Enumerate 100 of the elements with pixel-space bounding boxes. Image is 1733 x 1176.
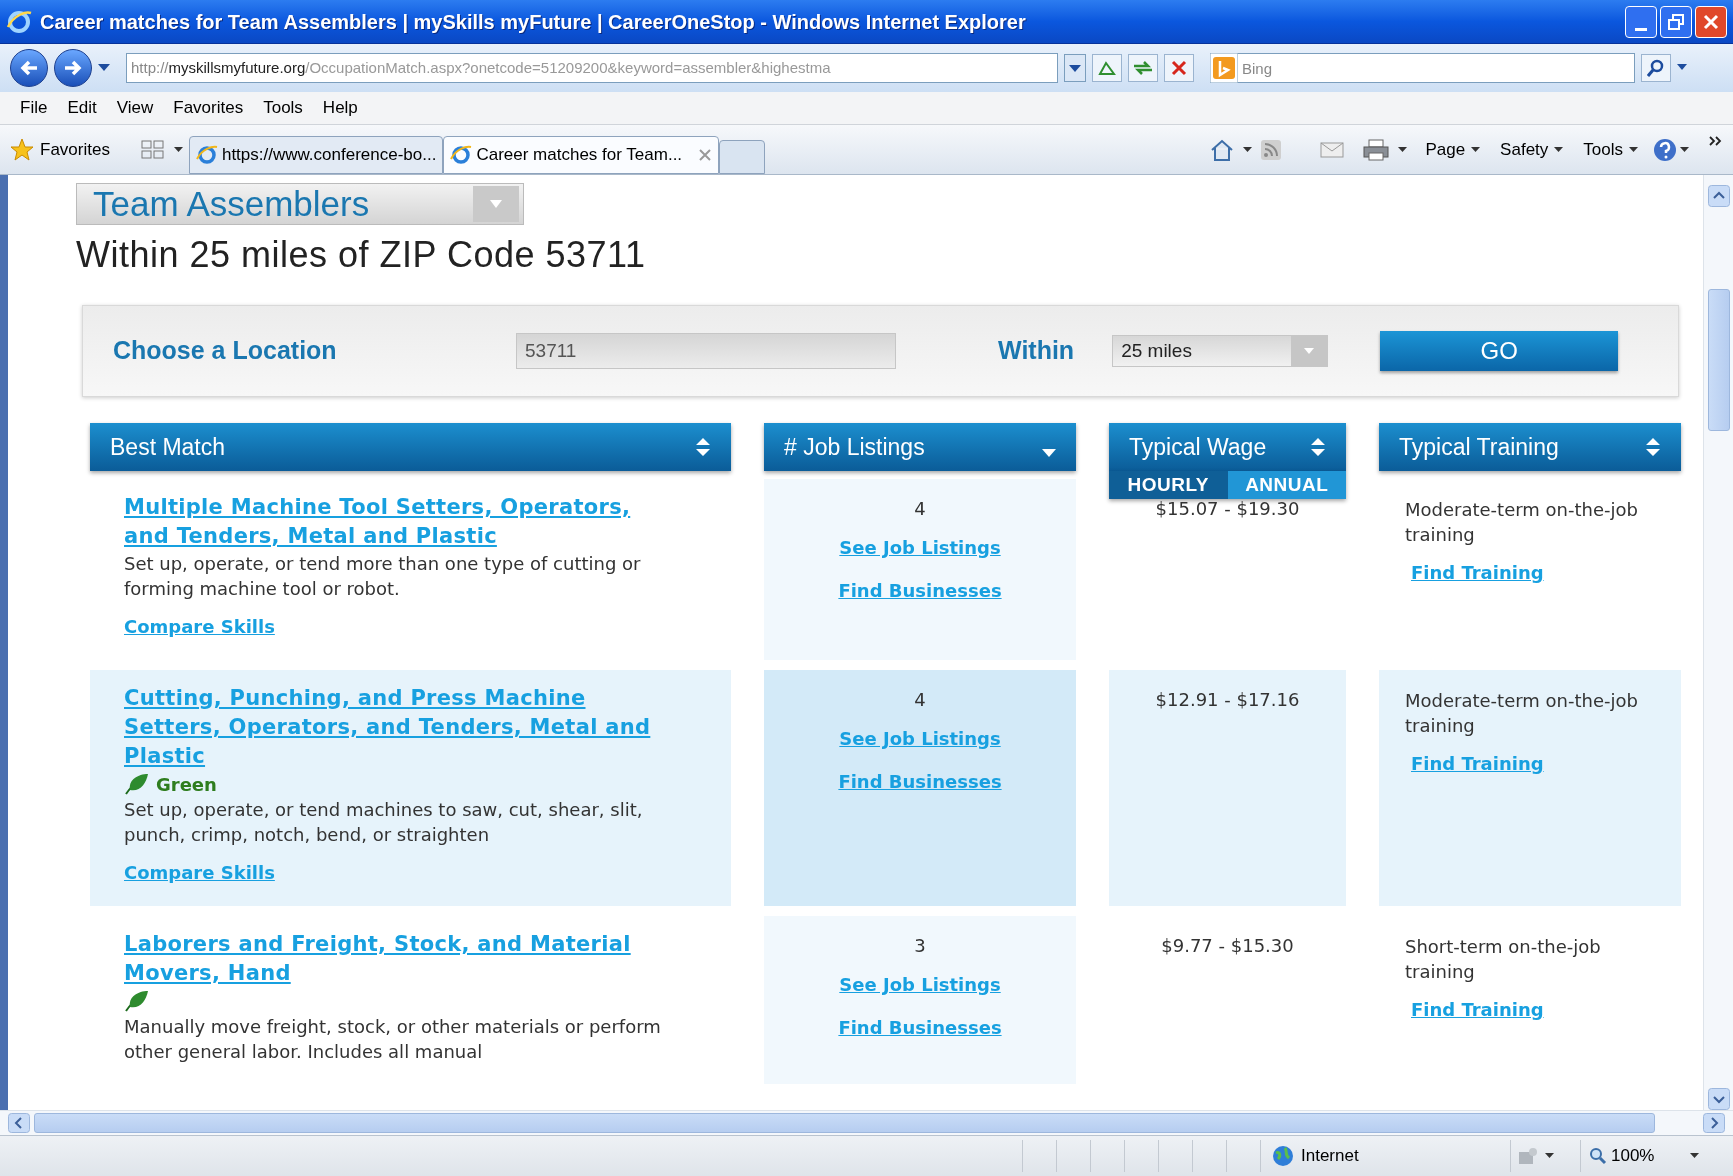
address-field[interactable]: http://myskillsmyfuture.org/OccupationMatch.aspx?onetcode=51209200&keyword=assembler&highestma [126,53,1058,83]
window-title: Career matches for Team Assemblers | mySkills myFuture | CareerOneStop - Windows Internet Explorer [40,9,1027,35]
eco-certification-label: Green [156,772,217,797]
job-listings-link[interactable]: See Job Listings [839,534,1001,561]
command-button[interactable]: Safety [1490,136,1574,163]
browser-logo-icon [195,143,218,166]
occupation-description: Set up, operate, or tend more than one type of cutting or forming machine tool or robot. [124,552,642,601]
browser-logo-icon [450,143,473,166]
zip-field[interactable]: 53711 [516,333,896,369]
arrow-icon [19,59,39,77]
horizontal-scrollbar[interactable] [0,1110,1733,1135]
restore-button[interactable] [1660,5,1692,38]
caret-icon [1690,1153,1699,1159]
close-button[interactable] [1695,5,1727,38]
job-count: 4 [914,497,926,521]
command-button[interactable]: Tools [1573,136,1648,163]
location-label: Choose a Location [113,335,338,367]
caret-icon [1680,146,1689,153]
occupation-link[interactable]: Laborers and Freight, Stock, and Material Movers, Hand [124,930,654,988]
favorites-button[interactable]: Favorites [10,136,138,163]
find-businesses-link[interactable]: Find Businesses [838,577,1002,604]
column-header[interactable]: Typical Wage [1109,423,1346,471]
wage-range: $15.07 - $19.30 [1155,497,1300,521]
column-header[interactable]: Typical Training [1379,423,1681,471]
search-icon [1647,59,1665,77]
wage-range: $12.91 - $17.16 [1155,688,1300,712]
menu-item[interactable]: Favorites [165,95,252,121]
occupation-description: Manually move freight, stock, or other materials or perform other general labor. Includes all manual [124,1015,662,1064]
close-icon [1703,13,1719,30]
go-button[interactable]: GO [1380,331,1619,371]
forward-button[interactable] [54,49,92,87]
scroll-up-icon [1707,185,1730,207]
feed-icon [1260,138,1283,161]
scroll-thumb[interactable] [1707,289,1730,431]
menu-item[interactable]: File [12,95,56,121]
job-count: 4 [914,688,926,712]
browser-tab[interactable]: https://www.conference-bo... [188,135,444,174]
print-icon [1362,137,1391,162]
search-button[interactable] [1641,54,1671,82]
find-training-link[interactable]: Find Training [1411,996,1544,1023]
wage-toggle[interactable]: ANNUAL [1227,471,1346,499]
browser-tab[interactable]: Career matches for Team... [443,135,720,174]
page-subtitle: Within 25 miles of ZIP Code 53711 [76,233,647,277]
caret-icon [173,146,183,153]
dropdown-arrow-icon [98,64,110,72]
new-tab-button[interactable] [719,139,766,174]
command-button[interactable]: Page [1415,136,1491,163]
column-header[interactable]: Best Match [90,423,731,471]
job-count: 3 [914,934,926,958]
find-training-link[interactable]: Find Training [1411,559,1544,586]
training-text: Short-term on-the-job training [1405,935,1602,984]
wage-toggle[interactable]: HOURLY [1109,471,1228,499]
scroll-thumb[interactable] [34,1113,1655,1133]
globe-icon [1271,1144,1295,1168]
occupation-description: Set up, operate, or tend machines to saw, cut, shear, slit, punch, crimp, notch, bend, or straighten [124,798,644,847]
menu-item[interactable]: Tools [255,95,311,121]
search-engine-logo-icon [1210,53,1238,83]
dropdown-arrow-icon [1677,64,1687,72]
occupation-dropdown[interactable]: Team Assemblers [76,183,524,225]
training-text: Moderate-term on-the-job training [1405,689,1639,738]
minimize-button[interactable] [1625,5,1657,38]
refresh-icon [1128,54,1158,82]
mail-icon [1320,139,1345,160]
stop-icon [1164,54,1194,82]
radius-dropdown[interactable]: 25 miles [1112,335,1329,367]
caret-icon [1471,146,1481,153]
job-listings-link[interactable]: See Job Listings [839,971,1001,998]
find-businesses-link[interactable]: Find Businesses [838,1014,1002,1041]
star-icon [10,137,34,162]
arrow-icon [63,59,83,77]
zoom-button[interactable]: 100% [1580,1140,1690,1172]
occupation-link[interactable]: Cutting, Punching, and Press Machine Setters, Operators, and Tenders, Metal and Plastic [124,684,654,771]
find-training-link[interactable]: Find Training [1411,750,1544,777]
menu-item[interactable]: View [108,95,162,121]
caret-icon [1243,146,1253,153]
compare-skills-link[interactable]: Compare Skills [124,613,275,640]
caret-icon [1554,146,1564,153]
occupation-link[interactable]: Multiple Machine Tool Setters, Operators, and Tenders, Metal and Plastic [124,493,654,551]
within-label: Within [998,335,1075,367]
menu-item[interactable]: Help [314,95,366,121]
close-tab-icon [698,147,713,162]
compare-skills-link[interactable]: Compare Skills [124,859,275,886]
caret-icon [1629,146,1638,153]
chevron-icon [1709,135,1723,146]
help-icon [1652,136,1678,163]
vertical-scrollbar[interactable] [1703,175,1733,1110]
wage-range: $9.77 - $15.30 [1161,934,1294,958]
back-button[interactable] [10,49,48,87]
column-header[interactable]: # Job Listings [764,423,1076,471]
scroll-left-icon [8,1113,30,1133]
menu-item[interactable]: Edit [59,95,105,121]
zoom-icon [1589,1147,1607,1165]
scroll-down-icon [1707,1088,1730,1110]
security-zone: Internet [1301,1145,1359,1168]
scroll-right-icon [1703,1113,1725,1133]
training-text: Moderate-term on-the-job training [1405,498,1639,547]
browser-logo-icon [6,8,32,35]
caret-icon [1545,1153,1554,1159]
restore-icon [1668,13,1684,30]
caret-icon [1398,146,1408,153]
